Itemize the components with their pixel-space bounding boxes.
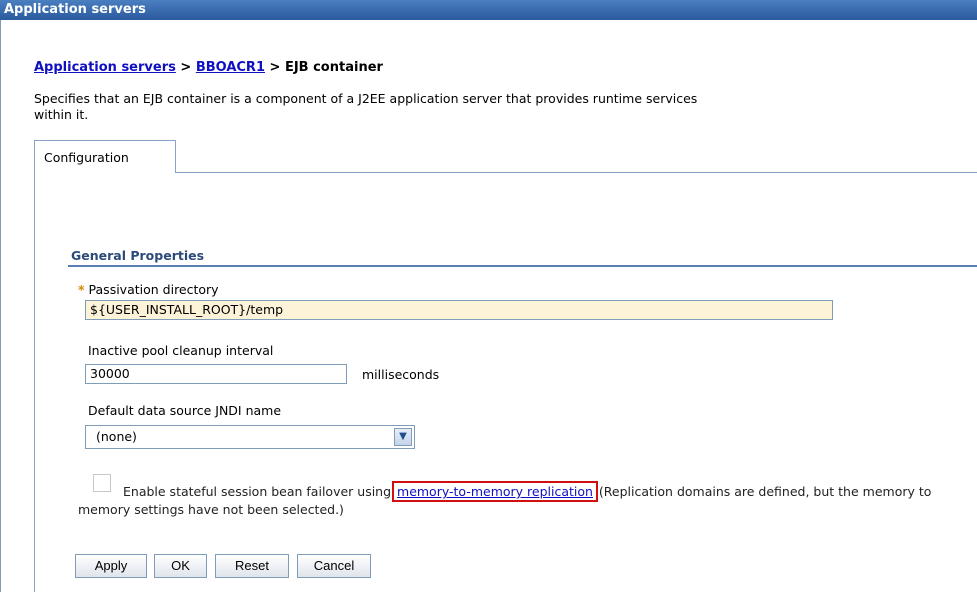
breadcrumb-link-application-servers[interactable]: Application servers [34,60,176,75]
memory-to-memory-replication-link[interactable]: memory-to-memory replication [392,481,598,502]
frame-border [0,20,1,592]
passivation-label: * Passivation directory [78,282,219,297]
section-divider [68,265,977,267]
breadcrumb-current: EJB container [284,60,383,75]
cleanup-interval-label: Inactive pool cleanup interval [88,343,274,358]
breadcrumb: Application servers > BBOACR1 > EJB cont… [34,60,383,75]
cancel-button[interactable]: Cancel [297,554,371,578]
failover-label: Enable stateful session bean failover us… [78,481,968,519]
reset-button[interactable]: Reset [215,554,289,578]
jndi-name-label: Default data source JNDI name [88,403,282,418]
breadcrumb-link-server[interactable]: BBOACR1 [196,60,265,75]
description-line: within it. [34,107,89,122]
tab-label: Configuration [44,150,129,165]
passivation-label-text: Passivation directory [88,282,219,297]
cleanup-interval-input[interactable]: 30000 [85,364,347,384]
jndi-name-select[interactable]: (none) ▼ [85,425,415,449]
section-title: General Properties [71,248,205,263]
window-title-bar: Application servers [0,0,977,20]
passivation-directory-input[interactable]: ${USER_INSTALL_ROOT}/temp [85,300,833,320]
jndi-selected-value: (none) [96,429,137,444]
page-description: Specifies that an EJB container is a com… [34,91,974,123]
failover-text: Enable stateful session bean failover us… [123,484,396,499]
description-line: Specifies that an EJB container is a com… [34,91,698,106]
apply-button[interactable]: Apply [75,554,147,578]
chevron-down-icon[interactable]: ▼ [394,428,412,446]
tab-configuration[interactable]: Configuration [34,140,176,173]
breadcrumb-separator: > [265,60,285,75]
cleanup-interval-unit: milliseconds [362,367,440,382]
breadcrumb-separator: > [175,60,196,75]
window-title: Application servers [4,2,146,17]
ok-button[interactable]: OK [154,554,207,578]
required-marker-icon: * [78,282,85,297]
